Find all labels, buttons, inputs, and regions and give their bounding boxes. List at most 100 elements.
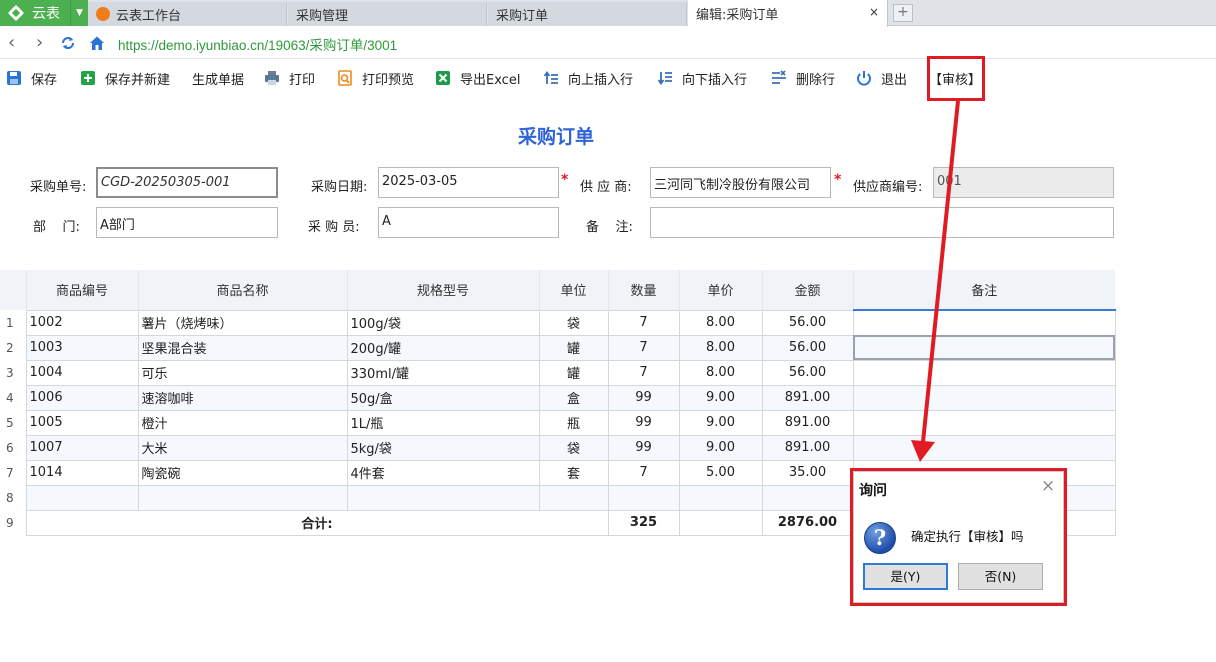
refresh-icon[interactable] — [60, 35, 76, 51]
remark-input[interactable] — [650, 207, 1114, 238]
cell-unit[interactable]: 袋 — [538, 309, 609, 336]
cell-remark-selected[interactable] — [852, 334, 1116, 361]
column-header-code[interactable]: 商品编号 — [25, 270, 138, 310]
supplier-code-input[interactable]: 001 — [933, 167, 1114, 198]
cell-price[interactable]: 8.00 — [678, 334, 763, 361]
cell-spec[interactable] — [346, 484, 540, 511]
cell-qty[interactable]: 99 — [607, 409, 680, 436]
app-menu-caret-icon[interactable]: ▼ — [70, 0, 88, 26]
cell-amount[interactable]: 891.00 — [761, 409, 854, 436]
supplier-input[interactable]: 三河同飞制冷股份有限公司 — [650, 167, 831, 198]
cell-spec[interactable]: 100g/袋 — [346, 309, 540, 336]
cell-amount[interactable]: 56.00 — [761, 309, 854, 336]
cell-spec[interactable]: 200g/罐 — [346, 334, 540, 361]
cell-code[interactable]: 1007 — [25, 434, 139, 461]
print-button[interactable]: 打印 — [264, 68, 315, 88]
cell-unit[interactable]: 盒 — [538, 384, 609, 411]
cell-price[interactable]: 8.00 — [678, 359, 763, 386]
cell-amount[interactable]: 56.00 — [761, 334, 854, 361]
exit-button[interactable]: 退出 — [856, 68, 907, 88]
cell-code[interactable]: 1005 — [25, 409, 139, 436]
cell-name[interactable] — [137, 484, 348, 511]
insert-row-below-button[interactable]: 向下插入行 — [657, 68, 747, 88]
cell-remark[interactable] — [852, 359, 1116, 386]
order-date-input[interactable]: 2025-03-05 — [378, 167, 559, 198]
generate-document-button[interactable]: 生成单据 — [192, 68, 244, 88]
cell-name[interactable]: 速溶咖啡 — [137, 384, 348, 411]
cell-spec[interactable]: 5kg/袋 — [346, 434, 540, 461]
tab-purchase-management[interactable]: 采购管理 — [288, 2, 487, 26]
cell-qty[interactable]: 99 — [607, 434, 680, 461]
column-header-qty[interactable]: 数量 — [607, 270, 679, 310]
cell-amount[interactable] — [761, 484, 854, 511]
cell-price[interactable]: 9.00 — [678, 384, 763, 411]
cell-price[interactable]: 8.00 — [678, 309, 763, 336]
cell-code[interactable]: 1004 — [25, 359, 139, 386]
cell-qty[interactable]: 7 — [607, 459, 680, 486]
cell-amount[interactable]: 56.00 — [761, 359, 854, 386]
cell-code[interactable]: 1002 — [25, 309, 139, 336]
cell-spec[interactable]: 1L/瓶 — [346, 409, 540, 436]
url-text[interactable]: https://demo.iyunbiao.cn/19063/采购订单/3001 — [118, 34, 397, 54]
cell-unit[interactable]: 瓶 — [538, 409, 609, 436]
cell-amount[interactable]: 891.00 — [761, 384, 854, 411]
cell-remark[interactable] — [852, 409, 1116, 436]
cell-spec[interactable]: 4件套 — [346, 459, 540, 486]
forward-icon[interactable]: › — [36, 33, 43, 53]
cell-remark[interactable] — [852, 434, 1116, 461]
department-input[interactable]: A部门 — [96, 207, 278, 238]
cell-unit[interactable]: 罐 — [538, 359, 609, 386]
cell-qty[interactable]: 7 — [607, 309, 680, 336]
tab-workbench[interactable]: 云表工作台 — [88, 2, 287, 26]
cell-name[interactable]: 橙汁 — [137, 409, 348, 436]
buyer-input[interactable]: A — [378, 207, 559, 238]
column-header-name[interactable]: 商品名称 — [137, 270, 347, 310]
cell-name[interactable]: 坚果混合装 — [137, 334, 348, 361]
cell-remark[interactable] — [852, 384, 1116, 411]
cell-price[interactable]: 5.00 — [678, 459, 763, 486]
home-icon[interactable] — [89, 35, 105, 51]
new-tab-button[interactable]: + — [893, 4, 913, 22]
cell-qty[interactable]: 7 — [607, 334, 680, 361]
cell-spec[interactable]: 330ml/罐 — [346, 359, 540, 386]
cell-code[interactable]: 1003 — [25, 334, 139, 361]
app-menu-button[interactable]: 云表 ▼ — [0, 0, 88, 26]
delete-row-button[interactable]: 删除行 — [771, 68, 835, 88]
cell-unit[interactable]: 袋 — [538, 434, 609, 461]
cell-qty[interactable]: 99 — [607, 384, 680, 411]
cell-code[interactable]: 1006 — [25, 384, 139, 411]
cell-remark[interactable] — [852, 309, 1116, 336]
back-icon[interactable]: ‹ — [8, 33, 15, 53]
cell-amount[interactable]: 35.00 — [761, 459, 854, 486]
save-and-new-button[interactable]: 保存并新建 — [80, 68, 170, 88]
cell-name[interactable]: 陶瓷碗 — [137, 459, 348, 486]
column-header-spec[interactable]: 规格型号 — [346, 270, 539, 310]
cell-qty[interactable]: 7 — [607, 359, 680, 386]
cell-unit[interactable] — [538, 484, 609, 511]
insert-row-above-button[interactable]: 向上插入行 — [543, 68, 633, 88]
dialog-yes-button[interactable]: 是(Y) — [863, 563, 948, 590]
dialog-no-button[interactable]: 否(N) — [958, 563, 1043, 590]
print-preview-button[interactable]: 打印预览 — [337, 68, 414, 88]
column-header-price[interactable]: 单价 — [678, 270, 762, 310]
cell-amount[interactable]: 891.00 — [761, 434, 854, 461]
tab-purchase-order[interactable]: 采购订单 — [488, 2, 687, 26]
column-header-unit[interactable]: 单位 — [538, 270, 608, 310]
cell-code[interactable]: 1014 — [25, 459, 139, 486]
cell-spec[interactable]: 50g/盒 — [346, 384, 540, 411]
dialog-close-icon[interactable]: × — [1041, 476, 1055, 496]
cell-price[interactable]: 9.00 — [678, 434, 763, 461]
column-header-amount[interactable]: 金额 — [761, 270, 853, 310]
cell-unit[interactable]: 套 — [538, 459, 609, 486]
cell-name[interactable]: 薯片（烧烤味） — [137, 309, 348, 336]
cell-code[interactable] — [25, 484, 139, 511]
tab-close-icon[interactable]: × — [869, 5, 879, 19]
order-no-input[interactable]: CGD-20250305-001 — [96, 167, 278, 198]
cell-price[interactable] — [678, 484, 763, 511]
save-button[interactable]: 保存 — [6, 68, 57, 88]
export-excel-button[interactable]: 导出Excel — [435, 68, 520, 88]
column-header-remark[interactable]: 备注 — [852, 270, 1115, 311]
cell-price[interactable]: 9.00 — [678, 409, 763, 436]
cell-unit[interactable]: 罐 — [538, 334, 609, 361]
tab-edit-purchase-order[interactable]: 编辑:采购订单 × — [688, 0, 888, 27]
